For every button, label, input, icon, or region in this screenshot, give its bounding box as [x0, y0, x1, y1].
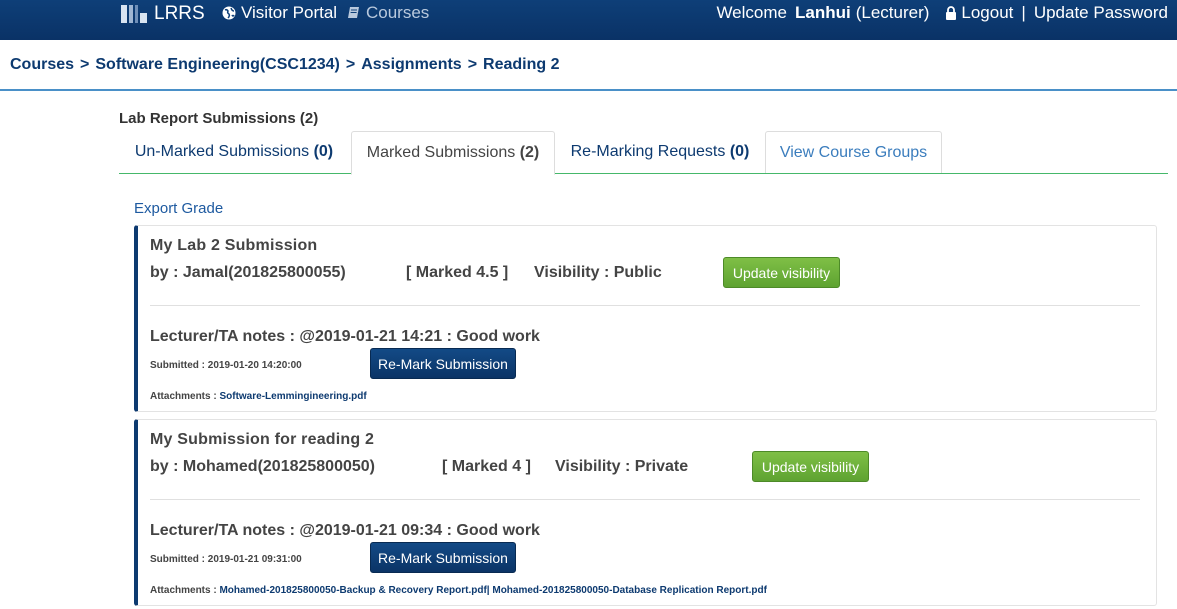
breadcrumb-separator: > — [80, 56, 90, 73]
logout-link[interactable]: Logout — [945, 3, 1013, 23]
export-grade-link[interactable]: Export Grade — [134, 200, 223, 217]
remark-submission-button[interactable]: Re-Mark Submission — [370, 348, 516, 379]
attachments-label: Attachments : — [150, 391, 217, 402]
submission-card: My Lab 2 Submission by : Jamal(201825800… — [134, 225, 1157, 412]
globe-icon — [222, 6, 236, 20]
brand[interactable]: LRRS — [120, 3, 205, 25]
card-divider — [150, 305, 1140, 306]
breadcrumb-separator: > — [345, 56, 356, 73]
book-icon — [348, 7, 359, 18]
logout-label: Logout — [961, 3, 1014, 22]
user-area: Welcome Lanhui (Lecturer) Logout | Updat… — [716, 3, 1168, 23]
submission-author: by : Jamal(201825800055) — [150, 264, 346, 281]
breadcrumb: Courses > Software Engineering(CSC1234) … — [10, 56, 560, 74]
tab-marked[interactable]: Marked Submissions (2) — [351, 131, 555, 175]
breadcrumb-current: Reading 2 — [483, 56, 560, 73]
brand-text: LRRS — [154, 3, 205, 24]
breadcrumb-separator: > — [467, 56, 478, 73]
attachments: Attachments : Software-Lemmingineering.p… — [150, 391, 367, 402]
tab-unmarked[interactable]: Un-Marked Submissions (0) — [119, 131, 349, 172]
visitor-portal-label: Visitor Portal — [241, 3, 338, 22]
submission-visibility: Visibility : Public — [534, 264, 662, 281]
user-name: Lanhui — [794, 3, 851, 22]
submission-title: My Submission for reading 2 — [150, 431, 375, 448]
tab-label: Marked Submissions — [366, 144, 516, 161]
tab-course-groups[interactable]: View Course Groups — [765, 131, 942, 173]
update-visibility-button[interactable]: Update visibility — [752, 451, 869, 482]
breadcrumb-course[interactable]: Software Engineering(CSC1234) — [95, 56, 340, 74]
attachments: Attachments : Mohamed-201825800050-Backu… — [150, 585, 767, 596]
submission-mark: [ Marked 4.5 ] — [406, 264, 509, 281]
submitted-date: Submitted : 2019-01-20 14:20:00 — [150, 360, 302, 371]
remark-submission-button[interactable]: Re-Mark Submission — [370, 542, 516, 573]
lrrs-logo-icon — [121, 5, 147, 23]
lecturer-notes: Lecturer/TA notes : @2019-01-21 14:21 : … — [150, 328, 540, 345]
submission-author: by : Mohamed(201825800050) — [150, 458, 375, 475]
card-divider — [150, 499, 1140, 500]
attachment-link[interactable]: Software-Lemmingineering.pdf — [219, 391, 366, 402]
tab-count: (0) — [313, 143, 334, 160]
update-password-link[interactable]: Update Password — [1034, 3, 1168, 23]
submission-tabs: Un-Marked Submissions (0) Marked Submiss… — [119, 131, 1168, 175]
update-visibility-button[interactable]: Update visibility — [723, 257, 840, 288]
attachments-label: Attachments : — [150, 585, 217, 596]
nav-separator: | — [1021, 3, 1026, 22]
lecturer-notes: Lecturer/TA notes : @2019-01-21 09:34 : … — [150, 522, 540, 539]
breadcrumb-divider — [0, 89, 1177, 91]
user-role: (Lecturer) — [855, 3, 930, 22]
tab-label: View Course Groups — [779, 144, 928, 161]
submission-mark: [ Marked 4 ] — [442, 458, 531, 475]
lock-icon — [946, 6, 957, 20]
visitor-portal-link[interactable]: Visitor Portal — [222, 3, 337, 23]
submission-card: My Submission for reading 2 by : Mohamed… — [134, 419, 1157, 606]
tab-remarking-requests[interactable]: Re-Marking Requests (0) — [556, 131, 764, 172]
courses-nav-link[interactable]: Courses — [347, 3, 429, 23]
submission-title: My Lab 2 Submission — [150, 237, 318, 254]
tab-count: (2) — [519, 144, 540, 161]
tab-label: Un-Marked Submissions — [134, 143, 310, 160]
attachment-link[interactable]: Mohamed-201825800050-Backup & Recovery R… — [219, 585, 766, 596]
breadcrumb-assignments[interactable]: Assignments — [361, 56, 461, 74]
courses-nav-label: Courses — [366, 3, 430, 22]
welcome-text: Welcome — [716, 3, 787, 22]
breadcrumb-courses[interactable]: Courses — [10, 56, 74, 74]
tab-count: (0) — [729, 143, 750, 160]
submitted-date: Submitted : 2019-01-21 09:31:00 — [150, 554, 302, 565]
top-navbar: LRRS Visitor Portal Courses Welcome Lanh… — [0, 0, 1177, 40]
section-title: Lab Report Submissions (2) — [119, 110, 319, 127]
tab-label: Re-Marking Requests — [570, 143, 726, 160]
submission-visibility: Visibility : Private — [555, 458, 689, 475]
